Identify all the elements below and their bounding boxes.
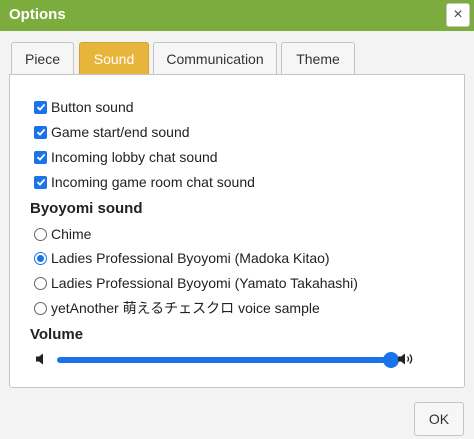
checkbox-checked-icon[interactable]	[34, 100, 47, 114]
checkbox-label: Incoming game room chat sound	[51, 174, 255, 190]
game-room-chat-sound-checkbox[interactable]: Incoming game room chat sound	[34, 172, 255, 192]
speaker-high-icon[interactable]	[397, 352, 415, 366]
lobby-chat-sound-checkbox[interactable]: Incoming lobby chat sound	[34, 147, 218, 167]
tab-label: Theme	[296, 51, 340, 67]
checkbox-checked-icon[interactable]	[34, 125, 47, 139]
radio-label: Ladies Professional Byoyomi (Madoka Kita…	[51, 250, 330, 266]
byoyomi-option-madoka-kitao[interactable]: Ladies Professional Byoyomi (Madoka Kita…	[34, 248, 330, 268]
byoyomi-heading: Byoyomi sound	[30, 200, 143, 217]
speaker-low-icon[interactable]	[35, 352, 47, 366]
byoyomi-option-yetanother[interactable]: yetAnother 萌えるチェスクロ voice sample	[34, 298, 320, 318]
game-start-end-sound-checkbox[interactable]: Game start/end sound	[34, 122, 190, 142]
tab-sound[interactable]: Sound	[79, 42, 149, 74]
tab-label: Piece	[24, 51, 61, 67]
radio-unselected-icon[interactable]	[34, 227, 47, 241]
radio-unselected-icon[interactable]	[34, 301, 47, 315]
button-sound-checkbox[interactable]: Button sound	[34, 97, 134, 117]
checkbox-checked-icon[interactable]	[34, 150, 47, 164]
tab-label: Communication	[166, 51, 264, 67]
byoyomi-option-chime[interactable]: Chime	[34, 224, 91, 244]
tab-communication[interactable]: Communication	[153, 42, 277, 74]
dialog-title: Options	[9, 6, 66, 23]
ok-button[interactable]: OK	[414, 402, 464, 436]
checkbox-label: Incoming lobby chat sound	[51, 149, 218, 165]
close-icon: ×	[453, 6, 463, 23]
close-button[interactable]: ×	[446, 3, 470, 27]
radio-label: yetAnother 萌えるチェスクロ voice sample	[51, 300, 320, 316]
dialog-titlebar: Options ×	[0, 0, 474, 31]
checkbox-label: Game start/end sound	[51, 124, 190, 140]
byoyomi-option-yamato-takahashi[interactable]: Ladies Professional Byoyomi (Yamato Taka…	[34, 273, 358, 293]
tab-theme[interactable]: Theme	[281, 42, 355, 74]
tab-label: Sound	[93, 51, 135, 67]
radio-label: Chime	[51, 226, 92, 242]
tab-piece[interactable]: Piece	[11, 42, 74, 74]
checkbox-label: Button sound	[51, 99, 134, 115]
radio-unselected-icon[interactable]	[34, 276, 47, 290]
checkbox-checked-icon[interactable]	[34, 175, 47, 189]
radio-selected-icon[interactable]	[34, 251, 47, 265]
radio-label: Ladies Professional Byoyomi (Yamato Taka…	[51, 275, 358, 291]
volume-slider-track[interactable]	[57, 357, 391, 363]
volume-heading: Volume	[30, 326, 84, 343]
